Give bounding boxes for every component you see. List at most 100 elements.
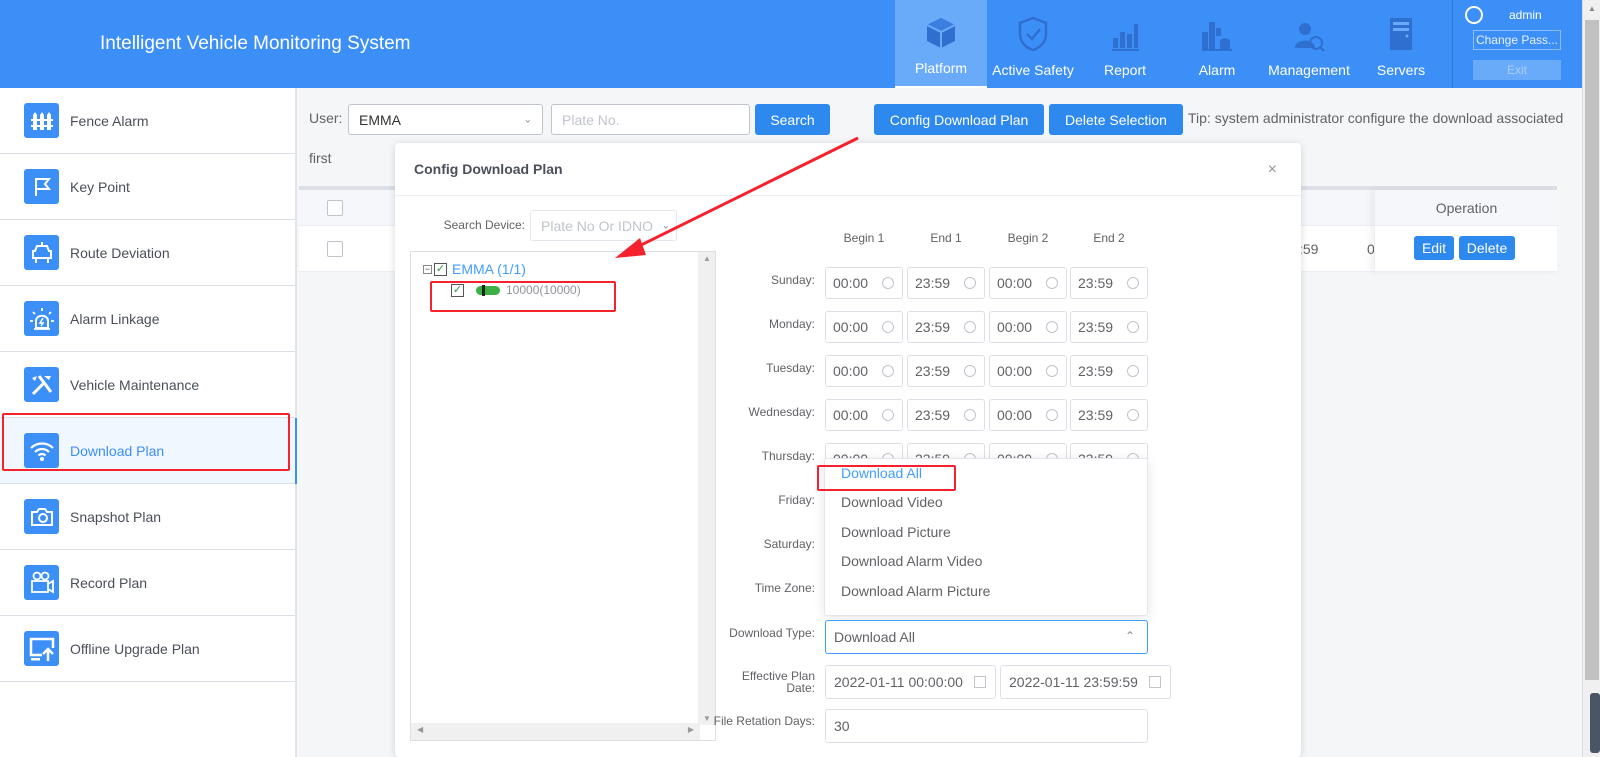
time-input-begin2[interactable]: 00:00 [989,399,1067,431]
sidebar-item-label: Vehicle Maintenance [70,376,200,393]
sidebar-item-offline-upgrade-plan[interactable]: Offline Upgrade Plan [0,616,295,682]
scrollbar-thumb[interactable] [1585,20,1599,680]
time-value: 00:00 [833,407,869,423]
effective-end-date[interactable]: 2022-01-11 23:59:59 [1000,665,1171,699]
time-input-end2[interactable]: 23:59 [1070,355,1148,387]
time-input-begin1[interactable]: 00:00 [825,311,903,343]
nav-servers[interactable]: Servers [1355,0,1447,88]
effective-plan-date-label: Effective Plan Date: [741,669,815,695]
page-scrollbar[interactable]: ▲ [1582,0,1600,757]
effective-start-date[interactable]: 2022-01-11 00:00:00 [825,665,996,699]
time-input-end1[interactable]: 23:59 [907,355,985,387]
nav-report[interactable]: Report [1079,0,1171,88]
car-road-icon [24,235,59,270]
time-value: 23:59 [915,363,951,379]
time-input-end1[interactable]: 23:59 [907,399,985,431]
clock-icon [1127,277,1139,289]
saturday-label: Saturday: [763,537,815,551]
time-value: 00:00 [833,275,869,291]
time-input-begin2[interactable]: 00:00 [989,311,1067,343]
search-device-placeholder: Plate No Or IDNO [541,217,654,234]
time-input-begin1[interactable]: 00:00 [825,399,903,431]
tree-device-node[interactable]: ✓ 10000(10000) [451,283,581,297]
clock-icon [964,277,976,289]
nav-management[interactable]: Management [1263,0,1355,88]
time-value: 23:59 [915,275,951,291]
sidebar-item-key-point[interactable]: Key Point [0,154,295,220]
option-download-picture[interactable]: Download Picture [825,518,1147,547]
nav-label: Servers [1376,62,1426,78]
clock-icon [1127,321,1139,333]
search-device-label: Search Device: [443,218,525,232]
option-download-alarm-video[interactable]: Download Alarm Video [825,547,1147,576]
time-input-begin2[interactable]: 00:00 [989,355,1067,387]
delete-button[interactable]: Delete [1459,236,1515,260]
flag-icon [24,169,59,204]
time-input-end1[interactable]: 23:59 [907,267,985,299]
tree-group-node[interactable]: − ✓ EMMA (1/1) [423,261,526,277]
clock-icon [1127,409,1139,421]
device-checkbox[interactable]: ✓ [451,283,464,297]
config-download-plan-button[interactable]: Config Download Plan [874,104,1044,135]
camera-icon [24,499,59,534]
time-input-end2[interactable]: 23:59 [1070,311,1148,343]
time-value: 23:59 [1078,363,1114,379]
sidebar-item-fence-alarm[interactable]: Fence Alarm [0,88,295,154]
retention-days-input[interactable]: 30 [825,709,1148,743]
user-select-value: EMMA [359,111,401,128]
search-device-select[interactable]: Plate No Or IDNO ⌄ [530,210,677,241]
time-value: 00:00 [833,319,869,335]
sidebar-item-route-deviation[interactable]: Route Deviation [0,220,295,286]
sidebar-item-vehicle-maintenance[interactable]: Vehicle Maintenance [0,352,295,418]
nav-platform[interactable]: Platform [895,0,987,88]
clock-icon [882,409,894,421]
sidebar-item-download-plan[interactable]: Download Plan [0,418,297,484]
delete-selection-button[interactable]: Delete Selection [1049,104,1183,135]
option-download-alarm-picture[interactable]: Download Alarm Picture [825,577,1147,606]
edit-button[interactable]: Edit [1414,236,1454,260]
fence-icon [24,103,59,138]
select-all-checkbox[interactable] [327,200,343,216]
sidebar-item-record-plan[interactable]: Record Plan [0,550,295,616]
sidebar-item-label: Key Point [70,178,130,195]
sidebar-item-snapshot-plan[interactable]: Snapshot Plan [0,484,295,550]
col-end1: End 1 [930,231,962,245]
clock-icon [1046,277,1058,289]
option-download-video[interactable]: Download Video [825,488,1147,517]
row-partial-time: :59 [1299,241,1319,257]
exit-button[interactable]: Exit [1473,60,1561,80]
day-label: Wednesday: [748,405,816,419]
nav-label: Alarm [1198,62,1236,78]
time-value: 23:59 [1078,319,1114,335]
tools-icon [24,367,59,402]
device-tree: − ✓ EMMA (1/1) ✓ 10000(10000) ▲ ▼ ◀ ▶ [410,251,716,741]
sidebar-item-alarm-linkage[interactable]: Alarm Linkage [0,286,295,352]
time-input-end2[interactable]: 23:59 [1070,399,1148,431]
nav-alarm[interactable]: Alarm [1171,0,1263,88]
day-label: Thursday: [761,449,815,463]
tree-horizontal-scrollbar[interactable]: ◀ ▶ [411,723,700,740]
option-download-all[interactable]: Download All [825,459,1147,488]
monitor-upload-icon [24,631,59,666]
time-input-end2[interactable]: 23:59 [1070,267,1148,299]
scroll-up-icon[interactable]: ▲ [1588,4,1596,13]
collapse-icon[interactable]: − [423,264,432,274]
nav-label: Management [1268,62,1350,78]
group-checkbox[interactable]: ✓ [434,262,447,276]
search-button[interactable]: Search [755,104,830,135]
user-select[interactable]: EMMA ⌄ [348,104,543,135]
time-input-begin2[interactable]: 00:00 [989,267,1067,299]
close-icon[interactable]: × [1268,161,1277,179]
row-checkbox[interactable] [327,241,343,257]
time-input-begin1[interactable]: 00:00 [825,355,903,387]
download-type-select[interactable]: Download All ⌃ [825,620,1148,654]
tree-vertical-scrollbar[interactable]: ▲ ▼ [698,252,715,725]
time-input-end1[interactable]: 23:59 [907,311,985,343]
nav-active-safety[interactable]: Active Safety [987,0,1079,88]
time-input-begin1[interactable]: 00:00 [825,267,903,299]
change-password-button[interactable]: Change Pass... [1473,30,1561,50]
config-download-plan-dialog: Config Download Plan × Search Device: Pl… [395,143,1301,757]
plate-no-input[interactable]: Plate No. [551,104,750,135]
time-value: 00:00 [997,275,1033,291]
alarm-siren-icon [1202,22,1232,51]
